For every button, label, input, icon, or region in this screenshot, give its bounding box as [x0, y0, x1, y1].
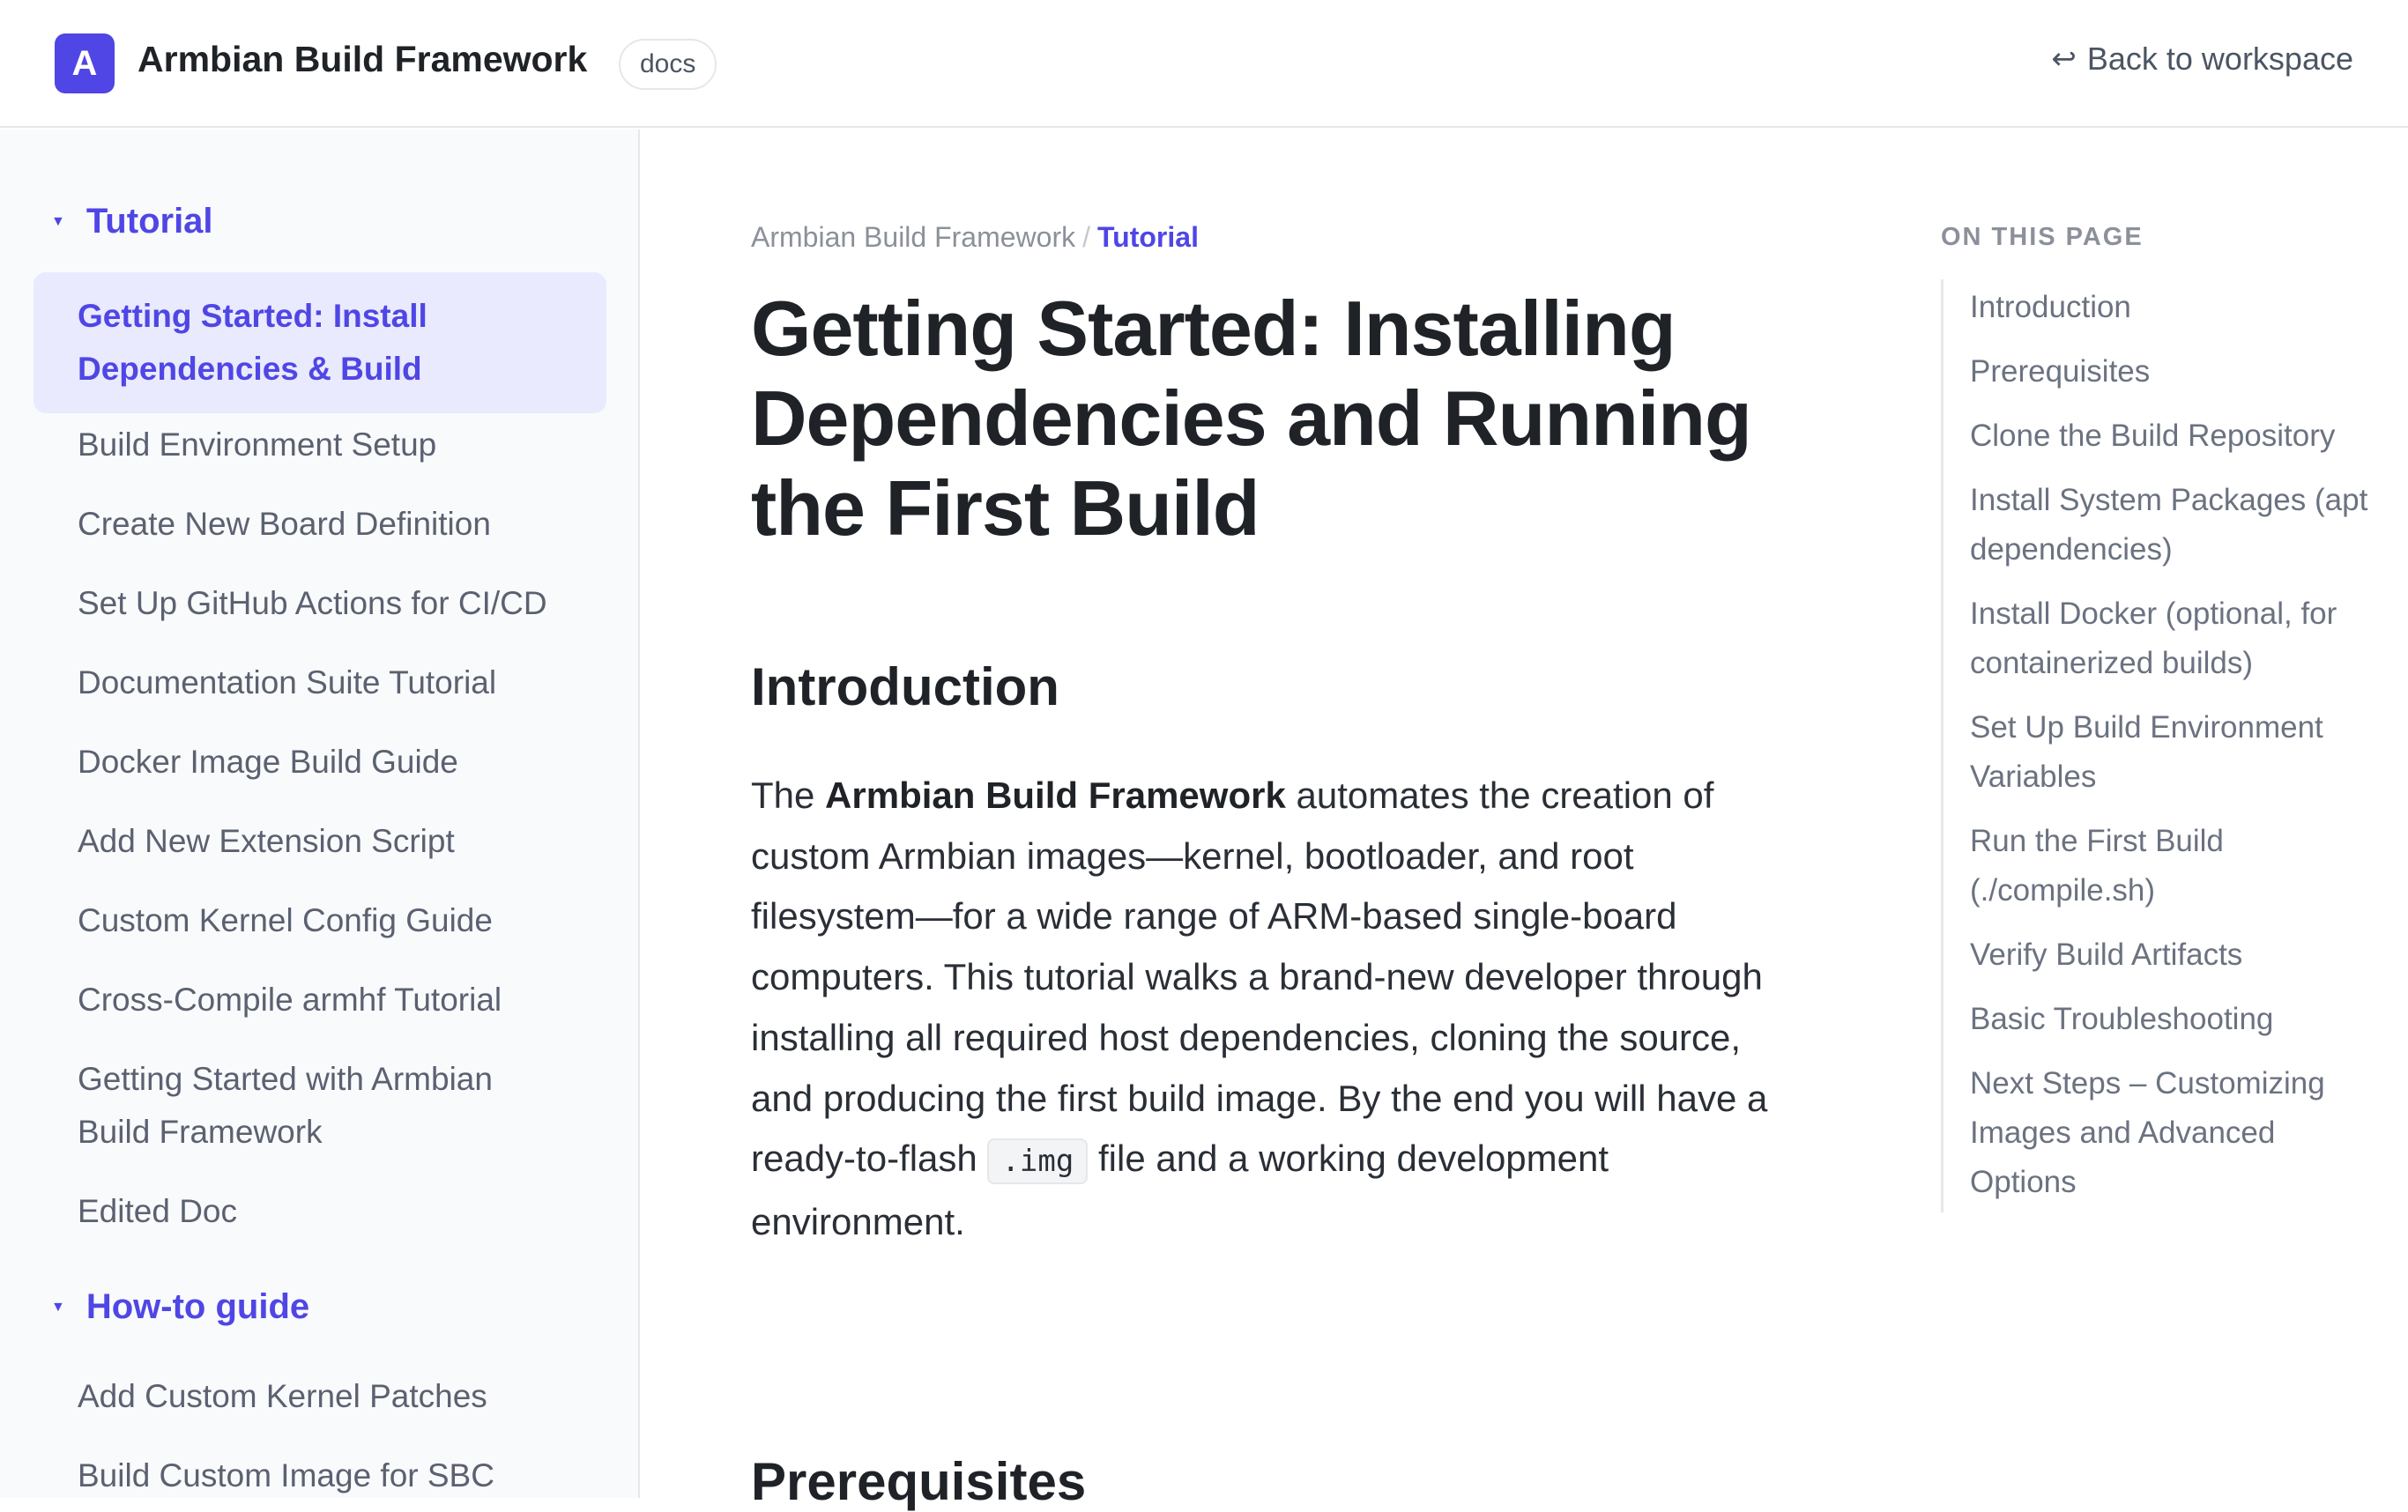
- page-title: Getting Started: Installing Dependencies…: [751, 285, 1752, 552]
- toc-list: Introduction Prerequisites Clone the Bui…: [1941, 279, 2380, 1212]
- sidebar-item-add-extension-script[interactable]: Add New Extension Script: [33, 815, 606, 868]
- toc-item-install-system-packages[interactable]: Install System Packages (apt dependencie…: [1970, 476, 2380, 574]
- sidebar-item-getting-started-install[interactable]: Getting Started: Install Dependencies & …: [33, 272, 606, 413]
- sidebar-item-build-custom-image[interactable]: Build Custom Image for SBC: [33, 1449, 606, 1498]
- toc-item-run-first-build[interactable]: Run the First Build (./compile.sh): [1970, 817, 2380, 915]
- inline-code-img: .img: [987, 1138, 1089, 1185]
- breadcrumb-separator: /: [1082, 221, 1090, 253]
- sidebar-item-docker-image-build[interactable]: Docker Image Build Guide: [33, 736, 606, 789]
- triangle-down-icon: ▼: [51, 213, 65, 229]
- section-label: Tutorial: [85, 202, 213, 241]
- section-label: How-to guide: [85, 1287, 310, 1326]
- sidebar-item-create-new-board[interactable]: Create New Board Definition: [33, 498, 606, 551]
- triangle-down-icon: ▼: [51, 1299, 65, 1315]
- top-header: A Armbian Build Framework docs ↩ Back to…: [0, 0, 2408, 128]
- heading-introduction: Introduction: [751, 657, 1059, 716]
- breadcrumb: Armbian Build Framework / Tutorial: [751, 221, 1199, 254]
- toc-item-troubleshooting[interactable]: Basic Troubleshooting: [1970, 995, 2380, 1044]
- sidebar-item-custom-kernel-patches[interactable]: Add Custom Kernel Patches: [33, 1370, 606, 1423]
- sidebar-section-tutorial[interactable]: ▼ Tutorial: [51, 202, 213, 241]
- sidebar-item-github-actions[interactable]: Set Up GitHub Actions for CI/CD: [33, 577, 606, 630]
- toc-item-prerequisites[interactable]: Prerequisites: [1970, 347, 2380, 397]
- sidebar-item-cross-compile-armhf[interactable]: Cross-Compile armhf Tutorial: [33, 974, 606, 1027]
- toc-item-verify-artifacts[interactable]: Verify Build Artifacts: [1970, 930, 2380, 980]
- toc-item-next-steps[interactable]: Next Steps – Customizing Images and Adva…: [1970, 1059, 2380, 1207]
- return-arrow-icon: ↩: [2051, 42, 2077, 76]
- intro-bold-framework: Armbian Build Framework: [825, 775, 1286, 816]
- back-link-label: Back to workspace: [2086, 41, 2353, 77]
- sidebar-item-custom-kernel-config[interactable]: Custom Kernel Config Guide: [33, 894, 606, 947]
- toc-item-install-docker[interactable]: Install Docker (optional, for containeri…: [1970, 589, 2380, 688]
- toc-item-introduction[interactable]: Introduction: [1970, 283, 2380, 332]
- sidebar-section-how-to-guide[interactable]: ▼ How-to guide: [51, 1287, 309, 1327]
- sidebar-item-documentation-suite[interactable]: Documentation Suite Tutorial: [33, 656, 606, 709]
- back-to-workspace-link[interactable]: ↩ Back to workspace: [2051, 41, 2353, 78]
- heading-prerequisites: Prerequisites: [751, 1452, 1087, 1511]
- toc-item-build-env-variables[interactable]: Set Up Build Environment Variables: [1970, 703, 2380, 802]
- intro-text-1: The: [751, 775, 826, 816]
- sidebar-item-edited-doc[interactable]: Edited Doc: [33, 1185, 606, 1238]
- docs-badge: docs: [619, 39, 717, 90]
- sidebar: ▼ Tutorial Getting Started: Install Depe…: [0, 130, 640, 1498]
- sidebar-item-build-environment-setup[interactable]: Build Environment Setup: [33, 419, 606, 471]
- app-title[interactable]: Armbian Build Framework: [137, 39, 587, 80]
- breadcrumb-current[interactable]: Tutorial: [1097, 221, 1199, 253]
- toc-item-clone-repository[interactable]: Clone the Build Repository: [1970, 411, 2380, 461]
- toc-title: ON THIS PAGE: [1941, 223, 2144, 251]
- intro-paragraph: The Armbian Build Framework automates th…: [751, 766, 1791, 1253]
- intro-text-2: automates the creation of custom Armbian…: [751, 775, 1768, 1180]
- app-logo[interactable]: A: [55, 33, 115, 93]
- breadcrumb-root[interactable]: Armbian Build Framework: [751, 221, 1075, 253]
- sidebar-item-getting-started-armbian[interactable]: Getting Started with Armbian Build Frame…: [33, 1053, 606, 1159]
